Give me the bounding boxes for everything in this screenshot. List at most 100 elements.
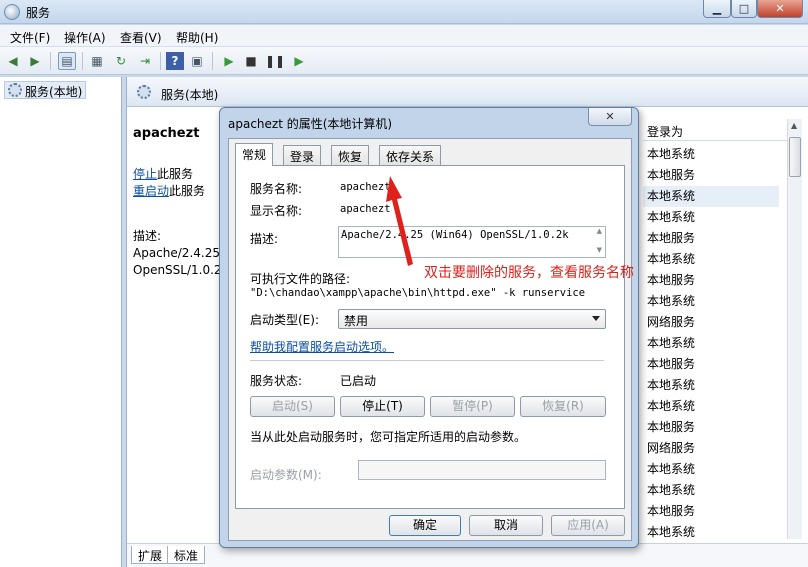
scroll-up-icon[interactable]: ▲ [791,121,797,130]
properties-icon[interactable]: ▦ [88,52,106,70]
refresh-icon[interactable]: ↻ [112,52,130,70]
stop-link-suffix: 此服务 [157,167,194,181]
play-icon[interactable]: ▶ [220,52,238,70]
scrollbar-thumb[interactable] [789,137,801,177]
description-textbox[interactable]: Apache/2.4.25 (Win64) OpenSSL/1.0.2k ▲ ▼ [338,226,606,258]
maximize-button[interactable]: □ [731,0,757,18]
back-icon[interactable]: ◀ [4,52,22,70]
service-status-value: 已启动 [340,374,377,388]
menu-action[interactable]: 操作(A) [64,29,106,46]
list-item[interactable]: 本地系统 [643,480,779,501]
pause-icon[interactable]: ❚❚ [265,52,285,70]
resume-icon[interactable]: ▶ [290,52,308,70]
exe-path-value: "D:\chandao\xampp\apache\bin\httpd.exe" … [250,287,586,299]
minimize-button[interactable]: ▁ [703,0,731,18]
list-item[interactable]: 本地系统 [643,375,779,396]
toolbar: ◀ ▶ ▤ ▦ ↻ ⇥ ? ▣ ▶ ■ ❚❚ ▶ [0,47,808,75]
tab-extended[interactable]: 扩展 [131,546,170,564]
start-button[interactable]: 启动(S) [250,396,335,417]
list-item[interactable]: 本地服务 [643,165,779,186]
console-tree-pane: 服务(本地) [0,77,122,567]
description-line-1: Apache/2.4.25 [133,246,220,260]
column-header-logon[interactable]: 登录为 [643,119,793,141]
startup-type-value: 禁用 [344,314,369,328]
stop-button[interactable]: 停止(T) [340,396,425,417]
dialog-body: 常规 登录 恢复 依存关系 服务名称: apachezt 显示名称: apach… [228,138,632,541]
startup-type-label: 启动类型(E): [250,313,319,327]
list-item[interactable]: 本地系统 [643,333,779,354]
list-item[interactable]: 本地服务 [643,417,779,438]
vertical-scrollbar[interactable]: ▲ [787,119,802,539]
menu-bar: 文件(F) 操作(A) 查看(V) 帮助(H) [0,25,808,47]
start-params-input[interactable] [358,460,606,480]
window-titlebar: 服务 ▁ □ ✕ [0,0,808,24]
logon-column-list: 本地系统 本地服务 本地系统 本地系统 本地服务 本地系统 本地服务 本地系统 … [643,144,779,543]
pause-button[interactable]: 暂停(P) [430,396,515,417]
description-line-2: OpenSSL/1.0.2l [133,263,223,277]
scroll-down-icon[interactable]: ▼ [597,246,602,254]
startup-type-select[interactable]: 禁用 [338,309,606,329]
tab-recovery[interactable]: 恢复 [331,145,370,165]
service-status-label: 服务状态: [250,374,303,388]
menu-view[interactable]: 查看(V) [120,29,162,46]
list-item[interactable]: 本地系统 [643,207,779,228]
help-icon[interactable]: ? [166,52,184,70]
list-item[interactable]: 本地服务 [643,270,779,291]
selected-service-name: apachezt [133,126,200,141]
list-item[interactable]: 本地服务 [643,228,779,249]
annotation-text: 双击要删除的服务，查看服务名称 [424,265,634,281]
gear-icon [8,83,22,97]
window-title: 服务 [26,6,51,20]
menu-file[interactable]: 文件(F) [10,29,50,46]
list-item[interactable]: 本地系统 [643,522,779,543]
restart-service-link[interactable]: 重启动 [133,184,169,198]
menu-help[interactable]: 帮助(H) [176,29,218,46]
tab-dependencies[interactable]: 依存关系 [379,145,442,165]
list-item[interactable]: 网络服务 [643,312,779,333]
stop-icon[interactable]: ■ [242,52,260,70]
description-label: 描述: [250,232,279,246]
dialog-close-button[interactable]: ✕ [588,108,632,126]
pane-header-label: 服务(本地) [161,88,219,102]
tab-general[interactable]: 常规 [235,143,274,166]
description-label: 描述: [133,229,162,243]
help-configure-link[interactable]: 帮助我配置服务启动选项。 [250,338,394,355]
console-tree-icon[interactable]: ▤ [58,52,76,70]
list-item[interactable]: 本地系统 [643,186,779,207]
close-button[interactable]: ✕ [757,0,803,18]
tab-standard[interactable]: 标准 [167,546,206,564]
resume-button[interactable]: 恢复(R) [520,396,606,417]
service-description-panel: apachezt 停止此服务 重启动此服务 描述: Apache/2.4.25 … [133,125,228,279]
ok-button[interactable]: 确定 [389,515,461,536]
list-item[interactable]: 本地服务 [643,501,779,522]
scroll-up-icon[interactable]: ▲ [597,227,602,235]
service-name-label: 服务名称: [250,182,303,196]
list-item[interactable]: 本地系统 [643,249,779,270]
list-item[interactable]: 本地服务 [643,354,779,375]
view-icon[interactable]: ▣ [188,52,206,70]
divider [250,360,604,361]
general-tab-panel: 服务名称: apachezt 显示名称: apachezt 描述: Apache… [235,165,625,509]
list-item[interactable]: 本地系统 [643,396,779,417]
dialog-title: apachezt 的属性(本地计算机) [228,117,393,131]
start-params-note: 当从此处启动服务时，您可指定所适用的启动参数。 [250,430,527,444]
display-name-value: apachezt [340,203,391,215]
exe-path-label: 可执行文件的路径: [250,272,351,286]
pane-header: 服务(本地) [127,77,808,107]
services-app-icon [4,4,20,20]
forward-icon[interactable]: ▶ [26,52,44,70]
list-item[interactable]: 本地系统 [643,144,779,165]
tab-logon[interactable]: 登录 [283,145,322,165]
properties-dialog: apachezt 的属性(本地计算机) ✕ 常规 登录 恢复 依存关系 服务名称… [219,107,639,548]
cancel-button[interactable]: 取消 [469,515,543,536]
display-name-label: 显示名称: [250,204,303,218]
stop-service-link[interactable]: 停止 [133,167,157,181]
list-item[interactable]: 网络服务 [643,438,779,459]
chevron-down-icon [592,316,600,321]
export-icon[interactable]: ⇥ [136,52,154,70]
gear-icon [137,85,151,99]
list-item[interactable]: 本地系统 [643,459,779,480]
apply-button[interactable]: 应用(A) [551,515,625,536]
tree-node-services-local[interactable]: 服务(本地) [4,81,87,99]
list-item[interactable]: 本地系统 [643,291,779,312]
